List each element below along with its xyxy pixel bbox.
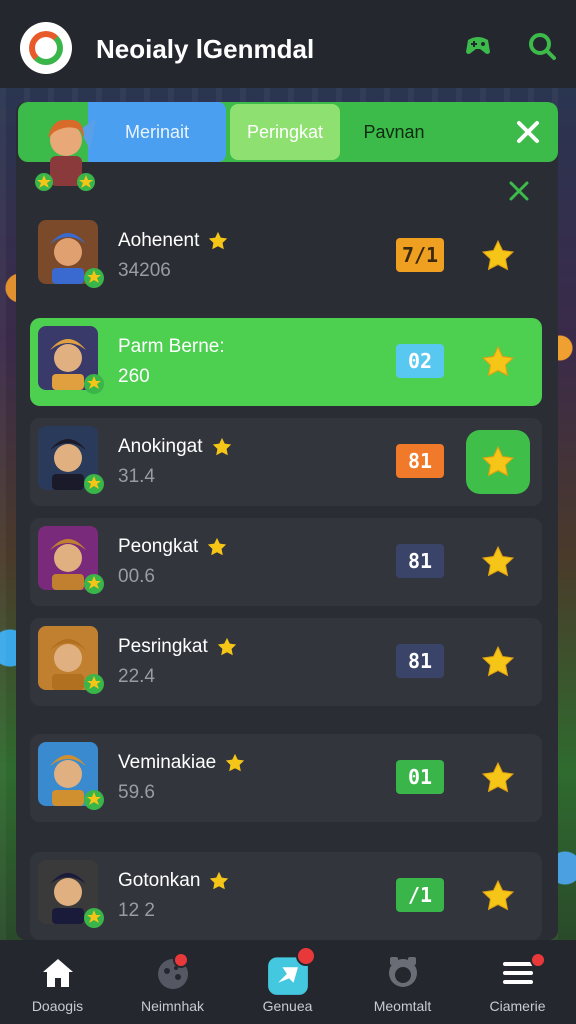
notification-dot [296, 946, 316, 966]
player-name-text: Aohenent [118, 230, 200, 251]
player-score: 59.6 [118, 782, 155, 803]
player-name: Parm Berne: [118, 336, 225, 358]
star-icon [212, 437, 231, 456]
bottom-navigation: Doaogis Neimnhak Genuea Meomtalt Ciameri… [0, 940, 576, 1024]
nav-menu-label: Ciamerie [489, 998, 546, 1014]
list-item[interactable]: Aohenent 34206 7/1 [30, 212, 542, 300]
player-name-text: Parm Berne: [118, 336, 225, 357]
star-icon [481, 239, 515, 271]
star-icon [217, 637, 236, 656]
nav-settings-label: Meomtalt [373, 998, 432, 1014]
list-item[interactable]: Peongkat 00.6 81 [30, 518, 542, 606]
player-name-text: Anokingat [118, 436, 203, 457]
favorite-button[interactable] [466, 864, 530, 928]
leaderboard-panel: Merinait Peringkat Pavnan Aohenent 34206 7… [16, 102, 558, 940]
rank-badge: 02 [396, 344, 444, 378]
list-item[interactable]: Anokingat 31.4 81 [30, 418, 542, 506]
star-icon [481, 761, 515, 793]
list-item[interactable]: Gotonkan 12 2/1 [30, 852, 542, 940]
star-icon [481, 545, 515, 577]
notification-dot [530, 952, 546, 968]
settings-icon [389, 957, 417, 987]
player-name: Pesringkat [118, 636, 238, 658]
nav-gamepad[interactable]: Neimnhak [115, 940, 230, 1024]
player-name: Veminakiae [118, 752, 246, 774]
nav-home-label: Doaogis [31, 998, 84, 1014]
favorite-button[interactable] [466, 530, 530, 594]
player-avatar [38, 860, 104, 928]
player-avatar [38, 326, 104, 394]
search-icon[interactable] [526, 30, 558, 62]
nav-home[interactable]: Doaogis [0, 940, 115, 1024]
favorite-button[interactable] [466, 430, 530, 494]
list-item[interactable]: Veminakiae 59.6 01 [30, 734, 542, 822]
app-header: Neoialy lGenmdal [0, 0, 576, 88]
star-icon [481, 879, 515, 911]
rank-badge: 01 [396, 760, 444, 794]
player-name: Peongkat [118, 536, 228, 558]
favorite-button[interactable] [466, 224, 530, 288]
nav-menu[interactable]: Ciamerie [460, 940, 575, 1024]
player-score: 22.4 [118, 666, 155, 687]
player-avatar [38, 526, 104, 594]
star-icon [208, 537, 227, 556]
rank-badge: 81 [396, 544, 444, 578]
player-name: Gotonkan [118, 870, 230, 892]
player-score: 260 [118, 366, 150, 387]
nav-settings[interactable]: Meomtalt [345, 940, 460, 1024]
dismiss-icon[interactable] [508, 180, 530, 202]
star-icon [481, 345, 515, 377]
player-name: Anokingat [118, 436, 233, 458]
notification-dot [173, 952, 189, 968]
rank-badge: 81 [396, 644, 444, 678]
rank-badge: /1 [396, 878, 444, 912]
home-icon [43, 959, 73, 987]
player-name-text: Gotonkan [118, 870, 201, 891]
app-logo[interactable] [20, 22, 72, 74]
player-score: 12 2 [118, 900, 155, 921]
app-title: Neoialy lGenmdal [96, 34, 315, 64]
player-name-text: Peongkat [118, 536, 199, 557]
favorite-button[interactable] [466, 746, 530, 810]
player-name-text: Veminakiae [118, 752, 217, 773]
tab-merinait[interactable]: Merinait [88, 102, 226, 162]
tab-pavnan[interactable]: Pavnan [344, 102, 444, 162]
list-item[interactable]: Pesringkat 22.4 81 [30, 618, 542, 706]
close-icon[interactable] [512, 116, 544, 148]
star-icon [210, 871, 229, 890]
rank-badge: 7/1 [396, 238, 444, 272]
rank-badge: 81 [396, 444, 444, 478]
player-avatar [38, 426, 104, 494]
player-name: Aohenent [118, 230, 229, 252]
featured-avatar [35, 118, 96, 191]
favorite-button[interactable] [466, 630, 530, 694]
player-score: 00.6 [118, 566, 155, 587]
nav-play[interactable]: Genuea [230, 940, 345, 1024]
player-score: 34206 [118, 260, 171, 281]
player-avatar [38, 626, 104, 694]
player-score: 31.4 [118, 466, 155, 487]
star-icon [209, 231, 228, 250]
star-icon [481, 445, 515, 477]
player-name-text: Pesringkat [118, 636, 208, 657]
player-avatar [38, 742, 104, 810]
list-item[interactable]: Parm Berne: 260 02 [30, 318, 542, 406]
favorite-button[interactable] [466, 330, 530, 394]
player-avatar [38, 220, 104, 288]
nav-gamepad-label: Neimnhak [140, 998, 205, 1014]
tab-peringkat[interactable]: Peringkat [230, 104, 340, 160]
star-icon [226, 753, 245, 772]
star-icon [481, 645, 515, 677]
nav-play-label: Genuea [262, 998, 313, 1014]
controller-icon[interactable] [462, 30, 494, 62]
